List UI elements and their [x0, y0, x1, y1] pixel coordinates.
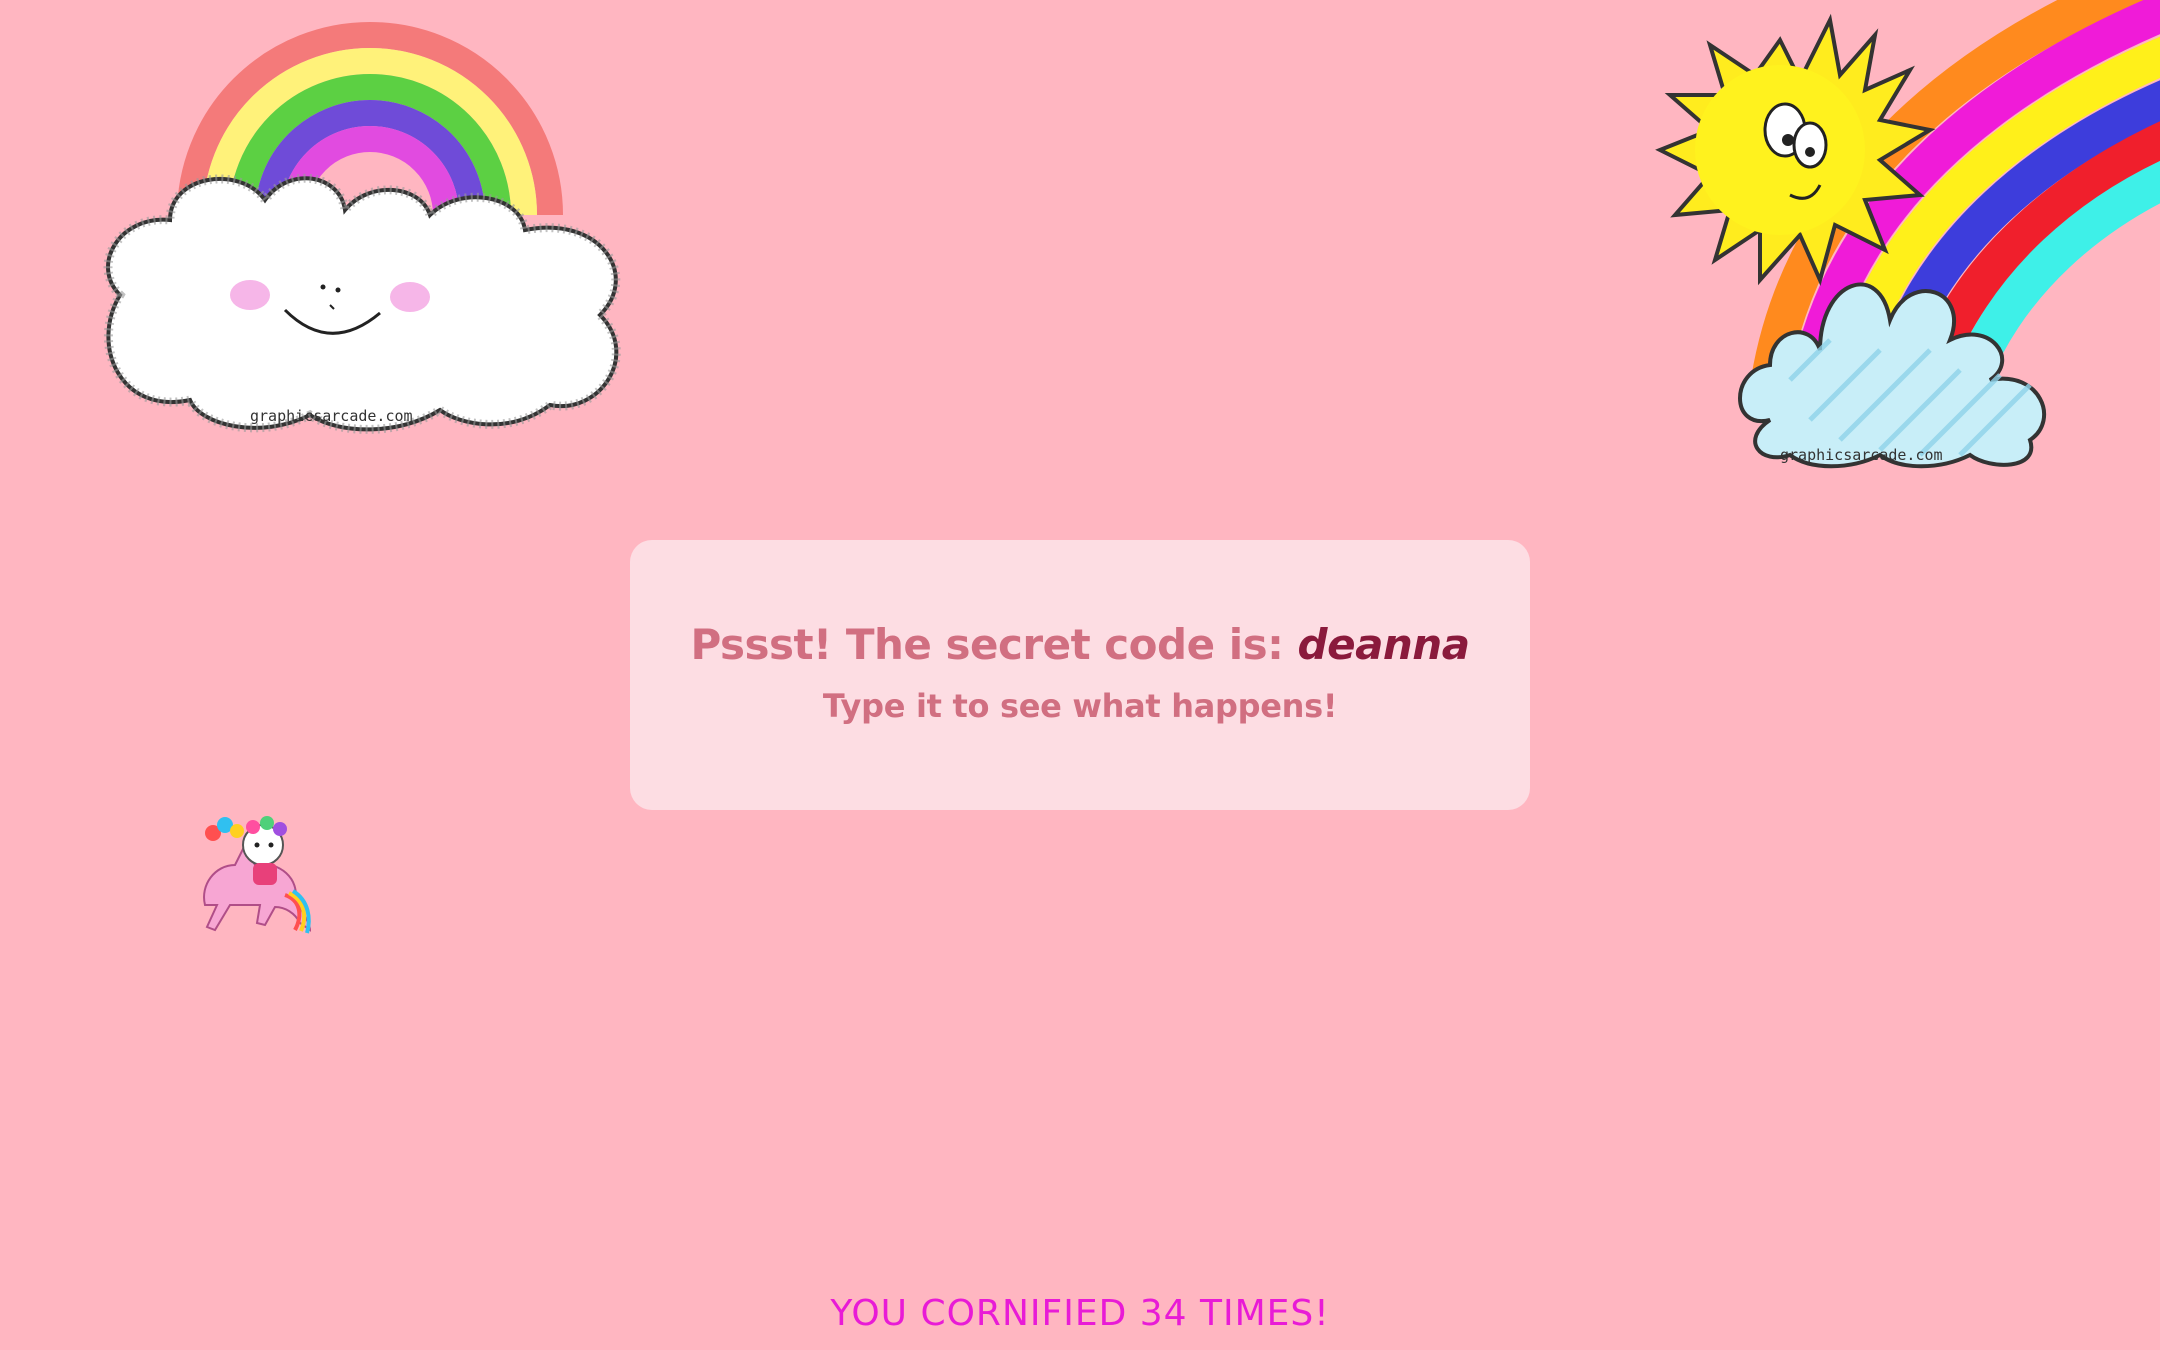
- sun-rainbow-watermark: graphicsarcade.com: [1780, 446, 1943, 464]
- secret-code-value: deanna: [1297, 619, 1471, 669]
- kitty-unicorn-icon: [203, 816, 312, 934]
- rainbow-cloud-icon: graphicsarcade.com: [103, 22, 621, 434]
- rainbow-cloud-watermark: graphicsarcade.com: [250, 407, 413, 425]
- cornify-counter: YOU CORNIFIED 34 TIMES!: [830, 1293, 1330, 1334]
- sun-rainbow-icon: graphicsarcade.com: [1655, 0, 2160, 469]
- secret-code-card: Pssst! The secret code is: deanna Type i…: [630, 540, 1530, 810]
- secret-code-message: Pssst! The secret code is: deanna: [690, 619, 1471, 669]
- secret-code-hint: Type it to see what happens!: [822, 686, 1338, 725]
- secret-code-prefix: Pssst! The secret code is:: [690, 619, 1284, 669]
